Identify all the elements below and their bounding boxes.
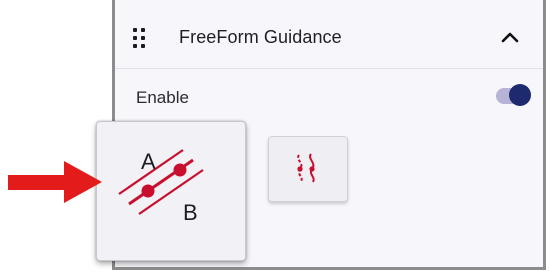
curve-path-icon	[297, 153, 315, 183]
screenshot-stage: FreeForm Guidance Enable re	[0, 0, 550, 279]
panel-title: FreeForm Guidance	[179, 27, 342, 47]
curve-mode-button[interactable]	[268, 136, 348, 202]
ab-line-mode-button[interactable]: A B	[96, 121, 246, 261]
header-divider	[115, 68, 543, 69]
enable-label: Enable	[136, 88, 189, 107]
point-a-label: A	[141, 149, 156, 174]
chevron-up-icon[interactable]	[499, 28, 521, 46]
panel-header[interactable]: FreeForm Guidance	[115, 8, 543, 64]
enable-toggle[interactable]	[496, 82, 531, 110]
ab-line-icon	[118, 149, 204, 215]
red-arrow-annotation	[6, 157, 106, 207]
point-b-label: B	[183, 200, 198, 225]
toggle-thumb	[509, 84, 531, 106]
drag-handle-icon[interactable]	[133, 28, 147, 50]
